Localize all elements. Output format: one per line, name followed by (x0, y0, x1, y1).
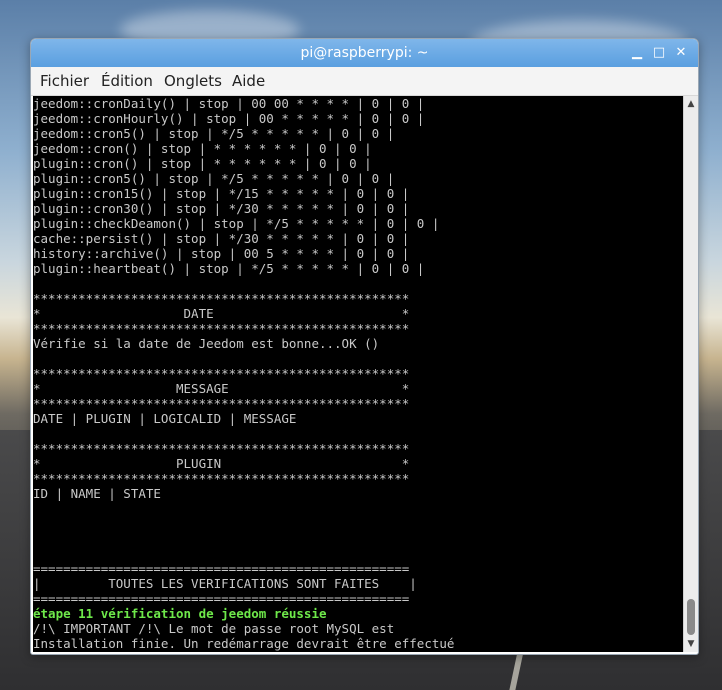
terminal-line: ID | NAME | STATE (33, 486, 161, 501)
vertical-scrollbar[interactable]: ▲ ▼ (683, 96, 698, 652)
menu-aide[interactable]: Aide (232, 72, 265, 90)
close-icon[interactable]: ✕ (672, 44, 690, 62)
terminal-line: plugin::cron15() | stop | */15 * * * * *… (33, 186, 410, 201)
terminal-lines: jeedom::cronDaily() | stop | 00 00 * * *… (33, 96, 454, 652)
terminal-window: pi@raspberrypi: ~ ▁ □ ✕ Fichier Édition … (30, 38, 699, 655)
terminal-line: * DATE * (33, 306, 410, 321)
prompt-path: ~ $ (146, 651, 169, 652)
terminal-line: plugin::cron5() | stop | */5 * * * * * |… (33, 171, 395, 186)
terminal-line: ========================================… (33, 591, 410, 606)
menu-onglets[interactable]: Onglets (164, 72, 222, 90)
terminal-line: ****************************************… (33, 441, 410, 456)
scrollbar-thumb[interactable] (687, 599, 695, 635)
menu-bar: Fichier Édition Onglets Aide (31, 67, 698, 96)
terminal-line: * PLUGIN * (33, 456, 410, 471)
terminal-line: Vérifie si la date de Jeedom est bonne..… (33, 336, 380, 351)
terminal-line: | TOUTES LES VERIFICATIONS SONT FAITES | (33, 576, 417, 591)
terminal-line: plugin::cron() | stop | * * * * * * | 0 … (33, 156, 372, 171)
terminal-line: étape 11 vérification de jeedom réussie (33, 606, 327, 621)
terminal-line: /!\ IMPORTANT /!\ Le mot de passe root M… (33, 621, 395, 636)
title-bar[interactable]: pi@raspberrypi: ~ ▁ □ ✕ (31, 39, 698, 67)
terminal-output[interactable]: jeedom::cronDaily() | stop | 00 00 * * *… (33, 96, 683, 652)
menu-edition[interactable]: Édition (101, 72, 153, 90)
terminal-line: plugin::heartbeat() | stop | */5 * * * *… (33, 261, 425, 276)
maximize-icon[interactable]: □ (650, 44, 668, 62)
minimize-icon[interactable]: ▁ (628, 44, 646, 62)
terminal-line: ****************************************… (33, 321, 410, 336)
terminal-line: ****************************************… (33, 366, 410, 381)
terminal-line: plugin::cron30() | stop | */30 * * * * *… (33, 201, 410, 216)
terminal-line: jeedom::cron() | stop | * * * * * * | 0 … (33, 141, 372, 156)
prompt-line[interactable]: pi@raspberrypi:~ $ (33, 651, 454, 652)
scroll-down-arrow-icon[interactable]: ▼ (684, 638, 698, 650)
terminal-line: ****************************************… (33, 291, 410, 306)
terminal-line: jeedom::cronHourly() | stop | 00 * * * *… (33, 111, 425, 126)
terminal-line: plugin::checkDeamon() | stop | */5 * * *… (33, 216, 440, 231)
terminal-line: ****************************************… (33, 396, 410, 411)
menu-fichier[interactable]: Fichier (40, 72, 89, 90)
terminal-line: history::archive() | stop | 00 5 * * * *… (33, 246, 410, 261)
prompt-user: pi@raspberrypi (33, 651, 138, 652)
prompt-separator: : (138, 651, 146, 652)
window-title: pi@raspberrypi: ~ (300, 45, 429, 61)
terminal-line: cache::persist() | stop | */30 * * * * *… (33, 231, 410, 246)
terminal-line: * MESSAGE * (33, 381, 410, 396)
terminal-line: ========================================… (33, 561, 410, 576)
terminal-line: DATE | PLUGIN | LOGICALID | MESSAGE (33, 411, 297, 426)
terminal-line: ****************************************… (33, 471, 410, 486)
terminal-line: jeedom::cronDaily() | stop | 00 00 * * *… (33, 96, 425, 111)
scroll-up-arrow-icon[interactable]: ▲ (684, 98, 698, 110)
terminal-line: jeedom::cron5() | stop | */5 * * * * * |… (33, 126, 395, 141)
terminal-line: Installation finie. Un redémarrage devra… (33, 636, 455, 651)
